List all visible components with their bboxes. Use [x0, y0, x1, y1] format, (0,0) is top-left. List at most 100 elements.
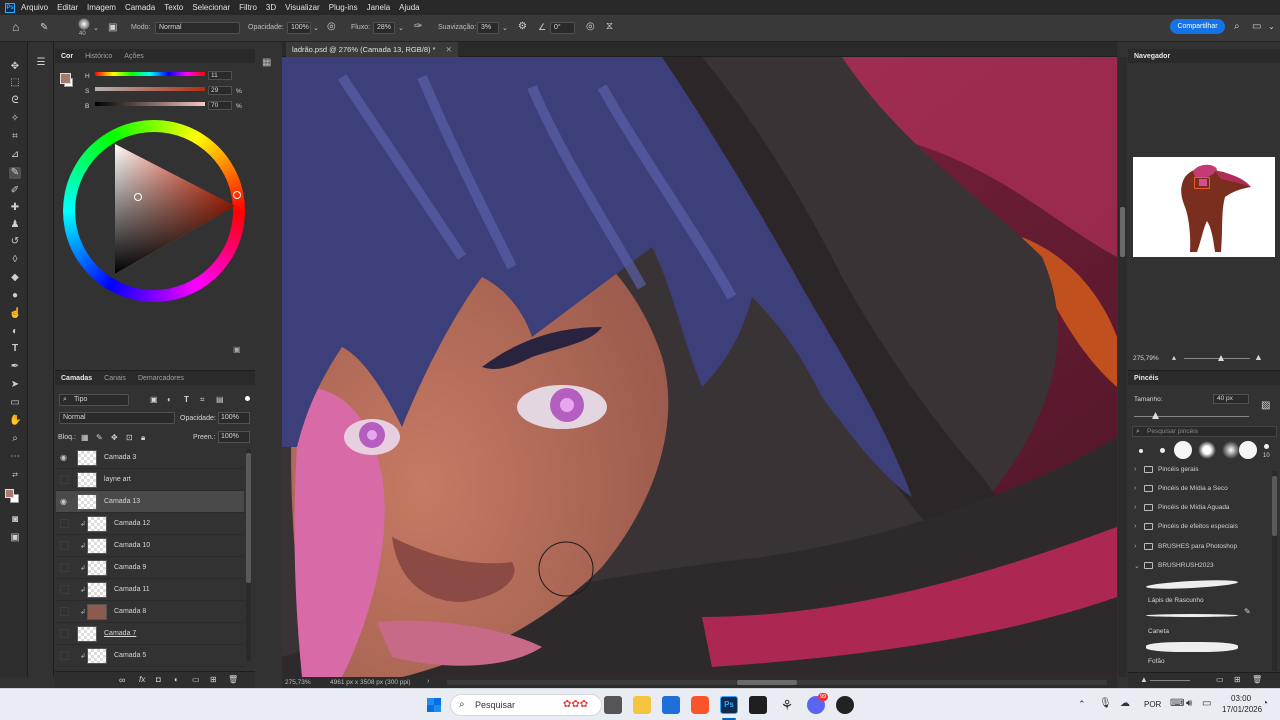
layer-row[interactable]: ↲ Camada 11: [56, 579, 244, 601]
share-button[interactable]: Compartilhar: [1170, 19, 1225, 34]
brush-stroke-preview[interactable]: [1146, 642, 1238, 652]
brush-caneta[interactable]: Caneta: [1148, 628, 1169, 635]
brush-size-slider[interactable]: [1134, 416, 1249, 417]
brushes-scrollbar[interactable]: [1272, 471, 1277, 671]
layer-row[interactable]: ↲ Camada 12: [56, 513, 244, 535]
network-icon[interactable]: ⌨: [1170, 698, 1184, 709]
chevron-down-icon[interactable]: ⌄: [1134, 562, 1140, 570]
magic-wand-tool-icon[interactable]: ✧: [9, 113, 21, 125]
file-explorer-icon[interactable]: [633, 696, 651, 714]
adjustment-filter-icon[interactable]: ◐: [167, 395, 172, 404]
brush-folder[interactable]: › BRUSHES para Photoshop: [1131, 538, 1266, 557]
new-brush-icon[interactable]: ▨: [1261, 400, 1270, 411]
brush-preset-7[interactable]: [1264, 444, 1269, 449]
pressure-size-icon[interactable]: ◎: [586, 22, 595, 32]
more-tools-icon[interactable]: ⋯: [9, 451, 21, 463]
s-input[interactable]: 29: [208, 86, 232, 95]
brush-preset-6[interactable]: [1239, 441, 1257, 459]
type-tool-icon[interactable]: T: [9, 343, 21, 355]
zoom-out-icon[interactable]: ▴: [1172, 353, 1176, 362]
opacity-input[interactable]: 100%: [287, 22, 311, 34]
windows-start-icon[interactable]: [427, 698, 441, 712]
brush-lapis-de-rascunho[interactable]: Lápis de Rascunho: [1148, 597, 1204, 604]
visibility-toggle[interactable]: [60, 541, 69, 550]
fx-icon[interactable]: fx: [139, 675, 145, 684]
visibility-toggle[interactable]: [60, 629, 69, 638]
workspace-icon[interactable]: ▭: [1252, 22, 1261, 32]
chevron-right-icon[interactable]: ›: [1134, 466, 1136, 473]
gear-icon[interactable]: ⚙: [518, 22, 527, 32]
swap-colors-icon[interactable]: ⇄: [9, 470, 21, 482]
menu-editar[interactable]: Editar: [57, 3, 78, 12]
smoothing-input[interactable]: 3%: [477, 22, 499, 34]
menu-imagem[interactable]: Imagem: [87, 3, 116, 12]
pen-tool-icon[interactable]: ✒: [9, 361, 21, 373]
chevron-down-icon[interactable]: ⌄: [398, 24, 404, 34]
chevron-right-icon[interactable]: ›: [427, 678, 429, 685]
brush-edit-icon[interactable]: ✎: [1244, 607, 1251, 616]
adjustment-layer-icon[interactable]: ◐: [174, 675, 179, 684]
brave-browser-icon[interactable]: [691, 696, 709, 714]
toggle-size-icon[interactable]: ▲: [1140, 675, 1148, 684]
menu-selecionar[interactable]: Selecionar: [192, 3, 230, 12]
brush-folder[interactable]: › Pincéis de Mídia a Seco: [1131, 480, 1266, 499]
symmetry-icon[interactable]: ⧖: [606, 22, 613, 32]
foreground-color-swatch[interactable]: [5, 489, 14, 498]
cloud-icon[interactable]: ☁: [1120, 698, 1130, 709]
airbrush-icon[interactable]: ✑: [414, 22, 422, 32]
eraser-tool-icon[interactable]: ◊: [9, 254, 21, 266]
layer-row[interactable]: ↲ Camada 5: [56, 645, 244, 667]
brush-preset-5[interactable]: [1222, 441, 1240, 459]
brush-preset-3[interactable]: [1174, 441, 1192, 459]
menu-texto[interactable]: Texto: [164, 3, 183, 12]
zoom-tool-icon[interactable]: ⌕: [9, 433, 21, 445]
layer-row[interactable]: ↲ Camada 8: [56, 601, 244, 623]
flow-input[interactable]: 28%: [373, 22, 395, 34]
obs-icon[interactable]: [836, 696, 854, 714]
tab-camadas[interactable]: Camadas: [61, 375, 92, 382]
new-brush-preset-icon[interactable]: ⊞: [1234, 675, 1241, 684]
quick-mask-icon[interactable]: ◙: [9, 514, 21, 526]
layer-row[interactable]: ◉ Camada 3: [56, 447, 244, 469]
zoom-readout[interactable]: 275,73%: [285, 679, 311, 686]
navigator-zoom-value[interactable]: 275,79%: [1133, 355, 1159, 362]
menu-camada[interactable]: Camada: [125, 3, 155, 12]
brush-folder[interactable]: › Pincéis de efeitos especiais: [1131, 518, 1266, 537]
grid-view-icon[interactable]: ▦: [262, 57, 271, 68]
chevron-right-icon[interactable]: ›: [1134, 504, 1136, 511]
layer-row[interactable]: layne art: [56, 469, 244, 491]
language-indicator[interactable]: POR: [1144, 700, 1161, 709]
layers-scrollbar[interactable]: [246, 449, 251, 661]
filter-toggle[interactable]: [245, 396, 250, 401]
chevron-right-icon[interactable]: ›: [1134, 485, 1136, 492]
layer-row[interactable]: ↲ Camada 9: [56, 557, 244, 579]
brush-preview-icon[interactable]: [78, 18, 90, 30]
photoshop-taskbar-icon[interactable]: Ps: [720, 696, 738, 714]
new-layer-icon[interactable]: ⊞: [210, 675, 217, 684]
brush-tool-icon[interactable]: ✎: [9, 167, 21, 179]
mode-select[interactable]: Normal: [155, 22, 240, 34]
tab-canais[interactable]: Canais: [104, 375, 126, 382]
shape-filter-icon[interactable]: ⌗: [200, 395, 205, 405]
app-icon[interactable]: ⚘: [778, 696, 796, 714]
brush-search-input[interactable]: ⌕ Pesquisar pincéis: [1132, 426, 1277, 437]
close-icon[interactable]: ✕: [446, 45, 452, 54]
brush-stroke-preview[interactable]: [1145, 578, 1239, 591]
eye-icon[interactable]: ◉: [60, 497, 70, 507]
home-icon[interactable]: ⌂: [12, 21, 19, 33]
color-triangle[interactable]: [110, 139, 240, 279]
vertical-scroll-thumb[interactable]: [1120, 207, 1125, 257]
hand-tool-icon[interactable]: ✋: [9, 415, 21, 427]
chevron-right-icon[interactable]: ›: [1134, 523, 1136, 530]
chevron-down-icon[interactable]: ⌄: [502, 24, 508, 34]
vertical-scrollbar[interactable]: [1118, 57, 1127, 677]
group-folder-icon[interactable]: ▭: [192, 675, 200, 684]
brush-preset-1[interactable]: [1139, 449, 1143, 453]
lock-pixels-icon[interactable]: ✎: [96, 433, 103, 442]
blend-mode-select[interactable]: Normal: [59, 412, 175, 424]
tab-pinceis[interactable]: Pincéis: [1134, 375, 1159, 382]
pressure-opacity-icon[interactable]: ◎: [327, 22, 336, 32]
brush-settings-icon[interactable]: ▣: [108, 23, 117, 33]
trash-icon[interactable]: 🗑︎: [228, 675, 238, 684]
angle-input[interactable]: 0°: [550, 22, 575, 34]
